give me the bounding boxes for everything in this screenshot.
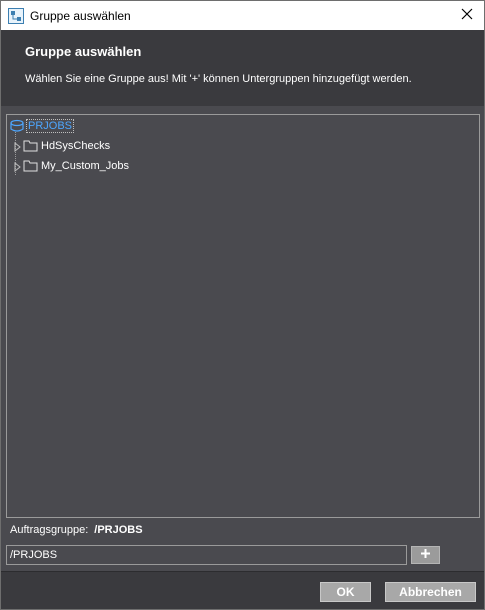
close-button[interactable] (450, 1, 484, 30)
expand-arrow-icon[interactable] (13, 161, 23, 173)
selected-group-row: Auftragsgruppe: /PRJOBS (10, 524, 143, 536)
ok-button[interactable]: OK (320, 582, 371, 602)
title-bar: Gruppe auswählen (1, 1, 484, 30)
tree-node-label: PRJOBS (26, 119, 75, 133)
group-path-input[interactable] (6, 545, 407, 565)
dialog-body: PRJOBS HdSysChecks My_Custom_Jobs Auftra… (1, 106, 484, 571)
tree-node-label: My_Custom_Jobs (41, 160, 130, 172)
group-tree[interactable]: PRJOBS HdSysChecks My_Custom_Jobs (6, 114, 480, 518)
dialog-window: Gruppe auswählen Gruppe auswählen Wählen… (0, 0, 485, 610)
cancel-button[interactable]: Abbrechen (385, 582, 476, 602)
tree-node-my-custom-jobs[interactable]: My_Custom_Jobs (13, 158, 129, 174)
close-icon (461, 8, 473, 23)
folder-icon (23, 139, 39, 153)
app-icon (8, 8, 24, 24)
expand-arrow-icon[interactable] (13, 141, 23, 153)
header-title: Gruppe auswählen (25, 44, 142, 59)
dialog-footer: OK Abbrechen (1, 571, 484, 609)
tree-node-root[interactable]: PRJOBS (9, 118, 75, 134)
dialog-header: Gruppe auswählen Wählen Sie eine Gruppe … (1, 30, 484, 106)
selected-group-label: Auftragsgruppe: (10, 524, 89, 536)
folder-icon (23, 159, 39, 173)
database-icon (9, 119, 25, 133)
selected-group-value: /PRJOBS (94, 524, 143, 536)
tree-node-hdsyschecks[interactable]: HdSysChecks (13, 138, 110, 154)
header-description: Wählen Sie eine Gruppe aus! Mit '+' könn… (25, 73, 412, 85)
tree-node-label: HdSysChecks (41, 140, 111, 152)
add-subgroup-button[interactable] (411, 546, 440, 564)
window-title: Gruppe auswählen (30, 9, 131, 23)
plus-icon (420, 548, 431, 562)
